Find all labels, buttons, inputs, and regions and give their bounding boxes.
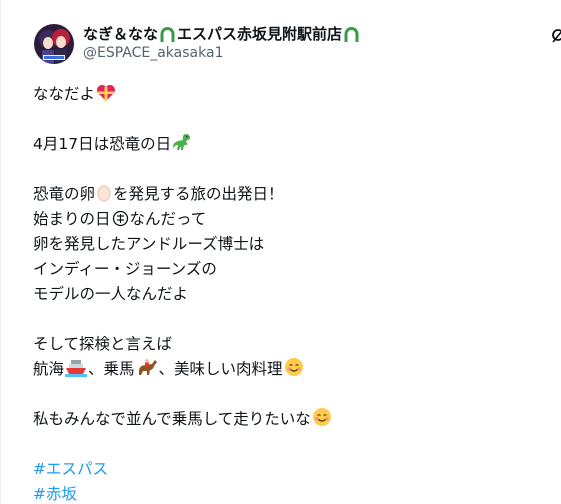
horseshoe-icon — [159, 26, 176, 43]
horseshoe-icon — [343, 26, 360, 43]
author-handle[interactable]: @ESPACE_akasaka1 — [83, 44, 361, 63]
avatar[interactable] — [34, 24, 74, 64]
text-line: インディー・ジョーンズの — [33, 260, 217, 278]
text-line: 私もみんなで並んで乗馬して走りたいな — [33, 407, 543, 432]
text-line: 卵を発見したアンドルーズ博士は — [33, 235, 265, 253]
author-display-name[interactable]: なぎ＆なな エスパス赤坂見附駅前店 — [83, 25, 361, 44]
horse-racing-icon — [136, 357, 158, 377]
text-segment: ななだよ — [33, 85, 96, 103]
text-segment: 、美味しい肉料理 — [158, 360, 283, 378]
text-segment: 始まりの日 — [33, 210, 111, 228]
egg-icon — [96, 183, 112, 202]
column-divider — [0, 0, 1, 504]
dinosaur-icon — [172, 132, 192, 152]
hashtag-line: #赤坂 — [33, 482, 543, 504]
hashtag-line: #エスパス — [33, 457, 543, 482]
post-text: ななだよ 4月17日は恐竜の日 恐竜の卵 を発見する旅の出発日！ 始まりの日 なんだ… — [33, 82, 543, 504]
text-segment: 恐竜の卵 — [33, 185, 96, 203]
text-segment: 私もみんなで並んで乗馬して走りたいな — [33, 410, 311, 428]
author-names: なぎ＆なな エスパス赤坂見附駅前店 @ESPACE_akasaka1 — [83, 25, 361, 63]
text-segment: 、乗馬 — [88, 360, 135, 378]
hashtag-link[interactable]: #赤坂 — [33, 485, 77, 503]
text-segment: 航海 — [33, 360, 65, 378]
text-line: 恐竜の卵 を発見する旅の出発日！ — [33, 182, 543, 207]
hashtag-link[interactable]: #エスパス — [33, 460, 108, 478]
text-line: ななだよ — [33, 82, 543, 107]
ship-icon — [65, 357, 88, 377]
heart-gift-icon — [96, 84, 116, 102]
character-avatar-icon — [34, 24, 74, 64]
text-segment: 4月17日は恐竜の日 — [33, 135, 172, 153]
display-name-part-2: エスパス赤坂見附駅前店 — [177, 25, 343, 43]
circled-ideograph-icon — [112, 210, 129, 227]
text-line: モデルの一人なんだよ — [33, 285, 189, 303]
post: なぎ＆なな エスパス赤坂見附駅前店 @ESPACE_akasaka1 ななだよ … — [0, 0, 561, 504]
smiling-face-icon — [312, 407, 332, 427]
smiling-face-icon — [284, 357, 304, 377]
text-line: 始まりの日 なんだって — [33, 207, 543, 232]
text-segment: を発見する旅の出発日！ — [113, 185, 284, 203]
text-line: そして探検と言えば — [33, 335, 173, 353]
grok-icon[interactable] — [551, 28, 561, 44]
text-line: 4月17日は恐竜の日 — [33, 132, 543, 157]
display-name-part-1: なぎ＆なな — [83, 25, 159, 43]
text-line: 航海 、乗馬 、美味しい肉料理 — [33, 357, 543, 382]
post-header: なぎ＆なな エスパス赤坂見附駅前店 @ESPACE_akasaka1 — [34, 24, 361, 68]
text-segment: なんだって — [129, 210, 207, 228]
